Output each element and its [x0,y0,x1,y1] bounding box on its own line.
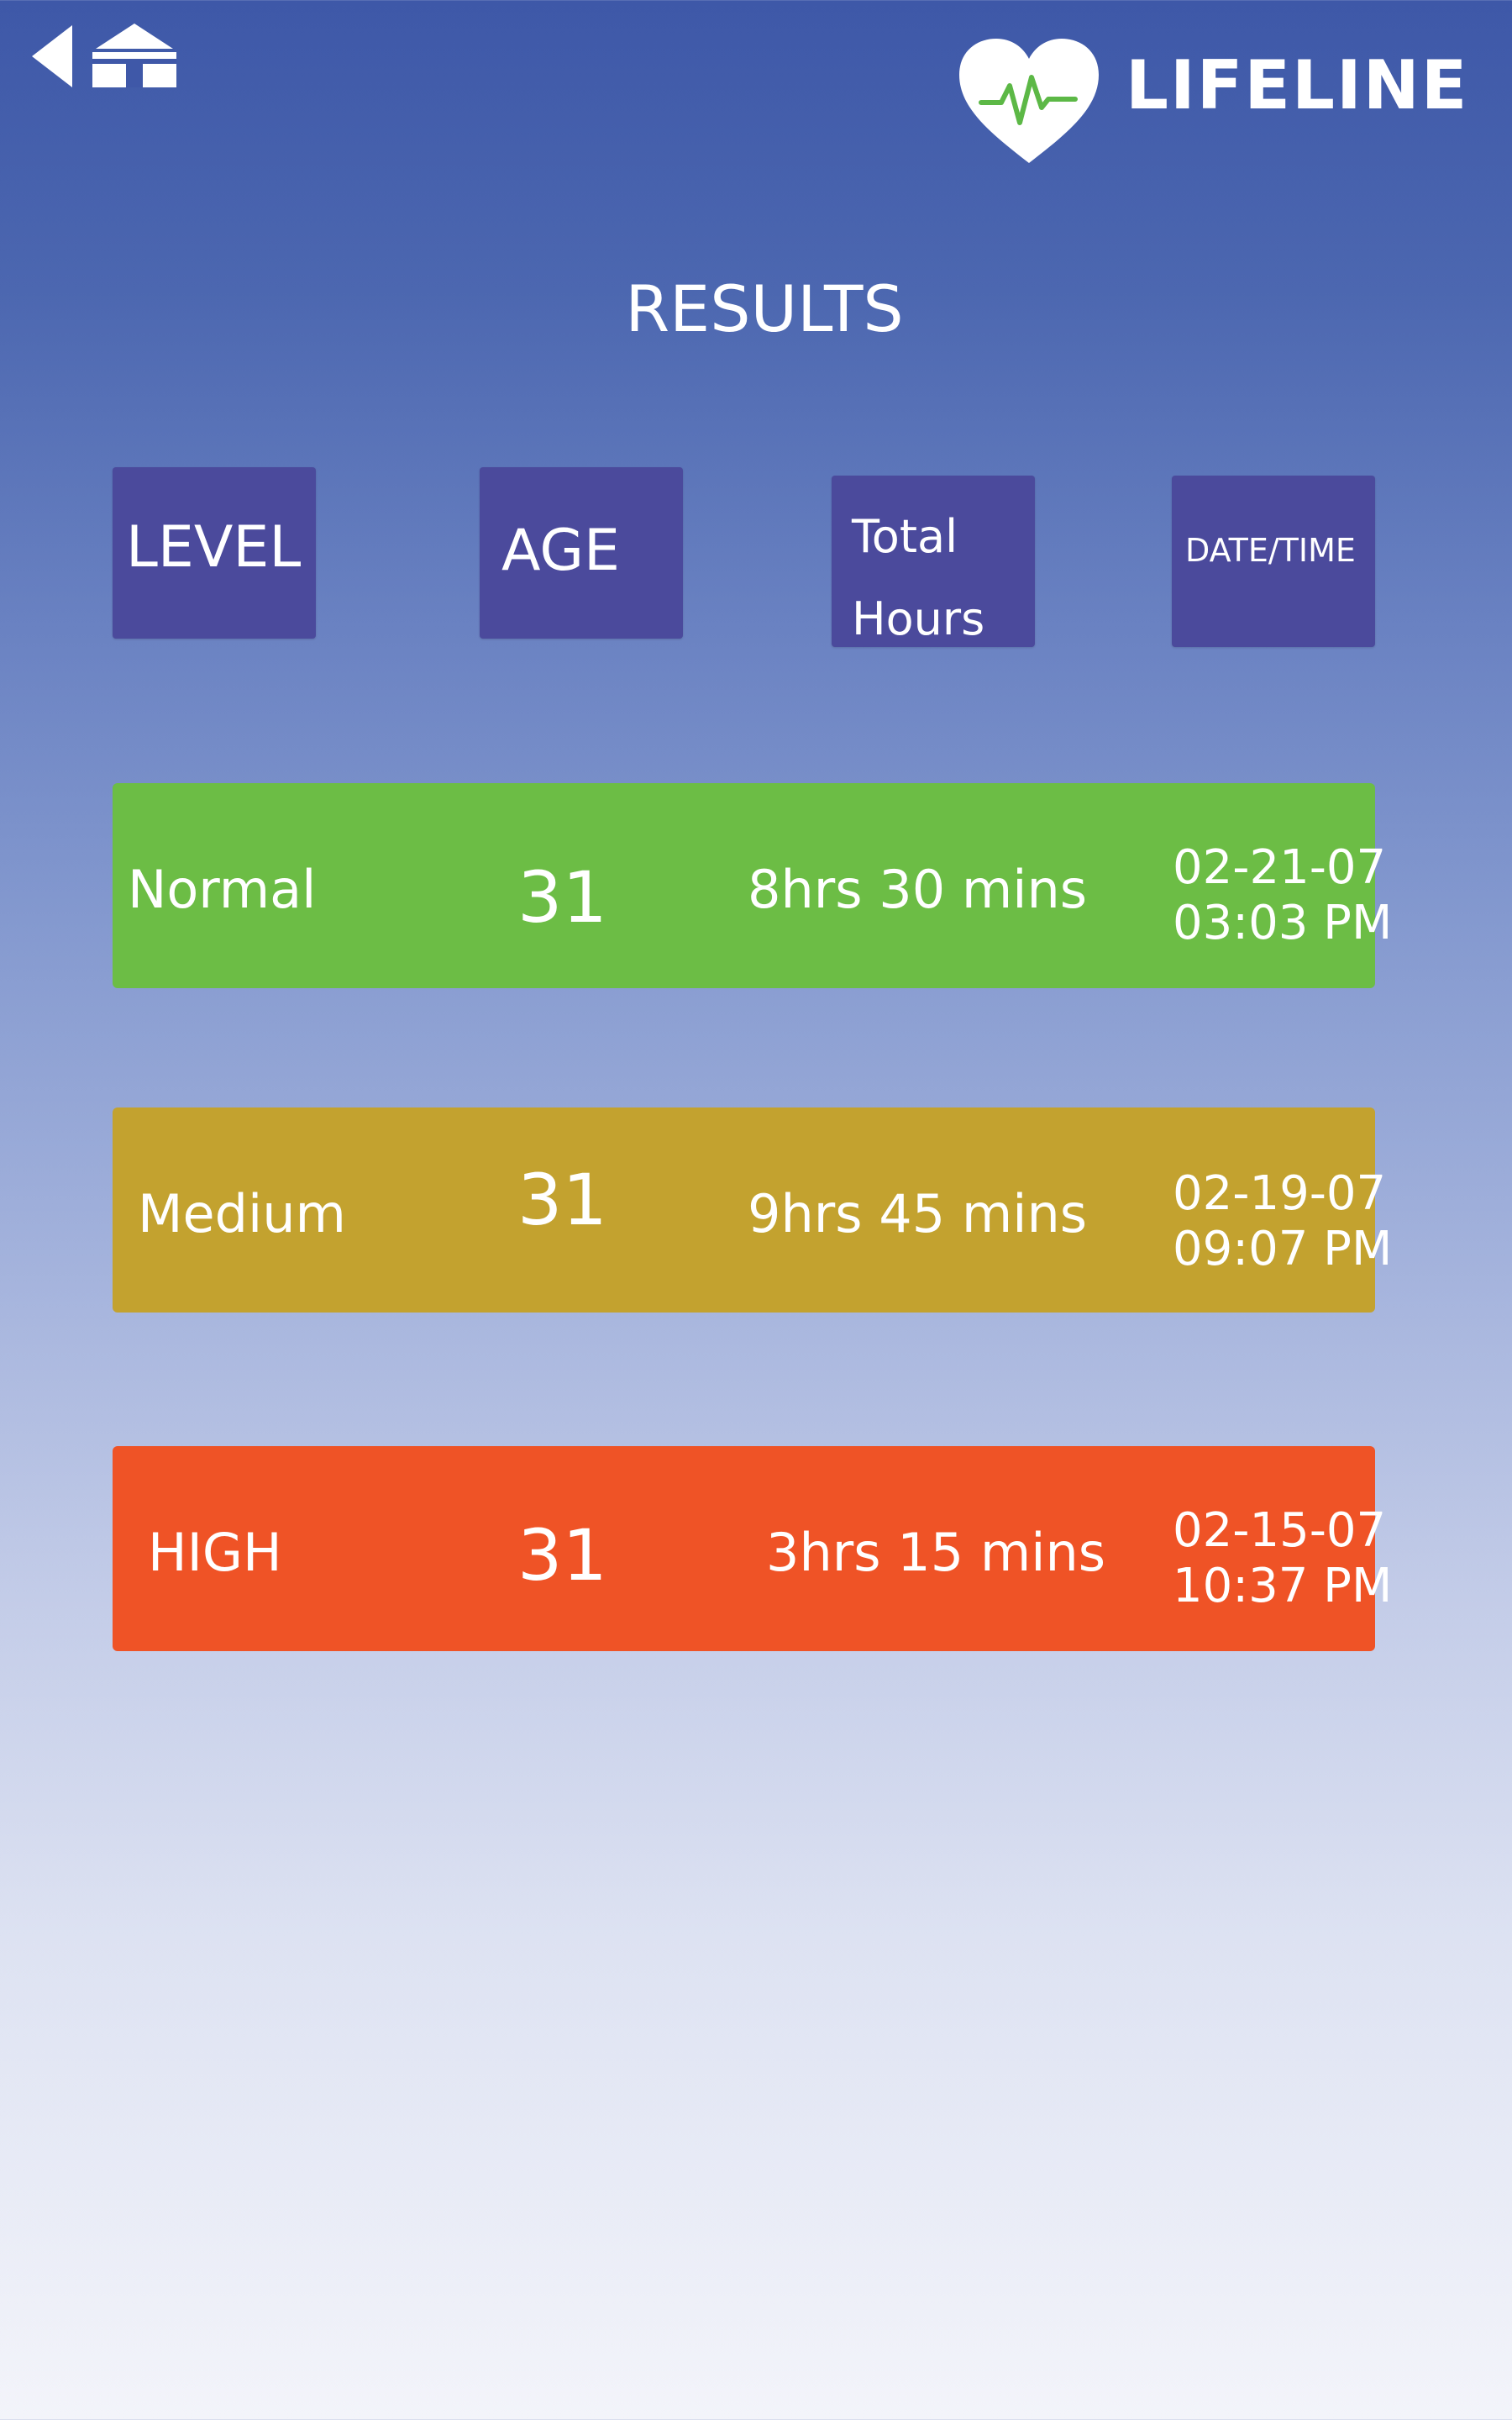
app-logo: LIFELINE [958,37,1467,171]
brand-name: LIFELINE [1126,46,1469,124]
result-time: 10:37 PM [1173,1559,1393,1613]
result-time: 03:03 PM [1173,896,1393,950]
result-total-hours: 8hrs 30 mins [748,859,1088,920]
home-icon[interactable] [89,22,180,89]
back-arrow-icon[interactable] [30,24,74,89]
result-date: 02-19-07 [1173,1166,1387,1221]
column-header-label: Total Hours [852,510,985,645]
result-level: Normal [128,859,317,920]
result-total-hours: 3hrs 15 mins [766,1522,1106,1583]
result-age: 31 [517,1159,607,1241]
result-date-time: 02-21-07 03:03 PM [1173,840,1392,951]
column-header-label: DATE/TIME [1185,532,1356,569]
result-date: 02-21-07 [1173,840,1387,895]
result-date-time: 02-15-07 10:37 PM [1173,1503,1392,1614]
result-time: 09:07 PM [1173,1222,1393,1276]
result-row-medium[interactable]: Medium 31 9hrs 45 mins 02-19-07 09:07 PM [113,1107,1392,1313]
result-total-hours: 9hrs 45 mins [748,1183,1088,1244]
result-row-high[interactable]: HIGH 31 3hrs 15 mins 02-15-07 10:37 PM [113,1446,1392,1651]
column-header-total-hours[interactable]: Total Hours [832,476,1035,647]
result-level: Medium [138,1183,346,1244]
column-header-label: LEVEL [126,514,302,581]
result-age: 31 [517,856,607,939]
result-age: 31 [517,1514,607,1597]
heart-pulse-icon [958,37,1100,167]
result-level: HIGH [148,1522,282,1583]
page-title: RESULTS [625,271,904,346]
column-header-level[interactable]: LEVEL [113,467,316,639]
result-date: 02-15-07 [1173,1503,1387,1558]
result-date-time: 02-19-07 09:07 PM [1173,1166,1392,1277]
column-header-label: AGE [501,518,620,584]
column-header-age[interactable]: AGE [480,467,683,639]
result-row-normal[interactable]: Normal 31 8hrs 30 mins 02-21-07 03:03 PM [113,783,1392,988]
column-header-date-time[interactable]: DATE/TIME [1172,476,1375,647]
